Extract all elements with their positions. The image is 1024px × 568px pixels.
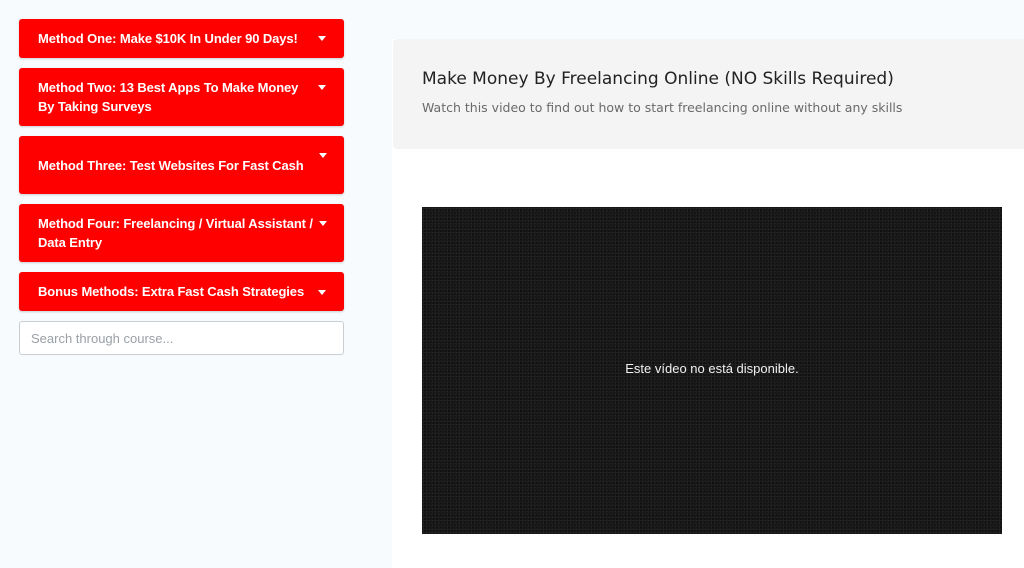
caret-down-icon: [319, 221, 327, 226]
caret-down-icon: [319, 153, 327, 158]
method-four-label: Method Four: Freelancing / Virtual Assis…: [38, 216, 313, 250]
lesson-content: Make Money By Freelancing Online (NO Ski…: [392, 0, 1024, 568]
video-player[interactable]: Este vídeo no está disponible.: [422, 207, 1002, 534]
course-page: Method One: Make $10K In Under 90 Days! …: [0, 0, 1024, 568]
top-spacer: [392, 0, 1024, 39]
method-three-toggle[interactable]: Method Three: Test Websites For Fast Cas…: [19, 136, 344, 194]
bonus-methods-label: Bonus Methods: Extra Fast Cash Strategie…: [38, 284, 305, 299]
method-four-toggle[interactable]: Method Four: Freelancing / Virtual Assis…: [19, 204, 344, 262]
course-search-input[interactable]: [19, 321, 344, 355]
method-one-label: Method One: Make $10K In Under 90 Days!: [38, 31, 298, 46]
method-two-label: Method Two: 13 Best Apps To Make Money B…: [38, 80, 299, 114]
caret-down-icon: [318, 36, 326, 41]
lesson-title: Make Money By Freelancing Online (NO Ski…: [422, 69, 894, 89]
caret-down-icon: [318, 85, 326, 90]
method-three-label: Method Three: Test Websites For Fast Cas…: [38, 157, 304, 173]
caret-down-icon: [318, 290, 326, 295]
method-two-toggle[interactable]: Method Two: 13 Best Apps To Make Money B…: [19, 68, 344, 126]
method-one-toggle[interactable]: Method One: Make $10K In Under 90 Days!: [19, 19, 344, 58]
bonus-methods-toggle[interactable]: Bonus Methods: Extra Fast Cash Strategie…: [19, 272, 344, 311]
lesson-subtitle: Watch this video to find out how to star…: [422, 100, 903, 115]
course-sidebar: Method One: Make $10K In Under 90 Days! …: [0, 0, 392, 568]
lesson-header: Make Money By Freelancing Online (NO Ski…: [393, 39, 1024, 149]
video-unavailable-message: Este vídeo no está disponible.: [625, 361, 799, 376]
